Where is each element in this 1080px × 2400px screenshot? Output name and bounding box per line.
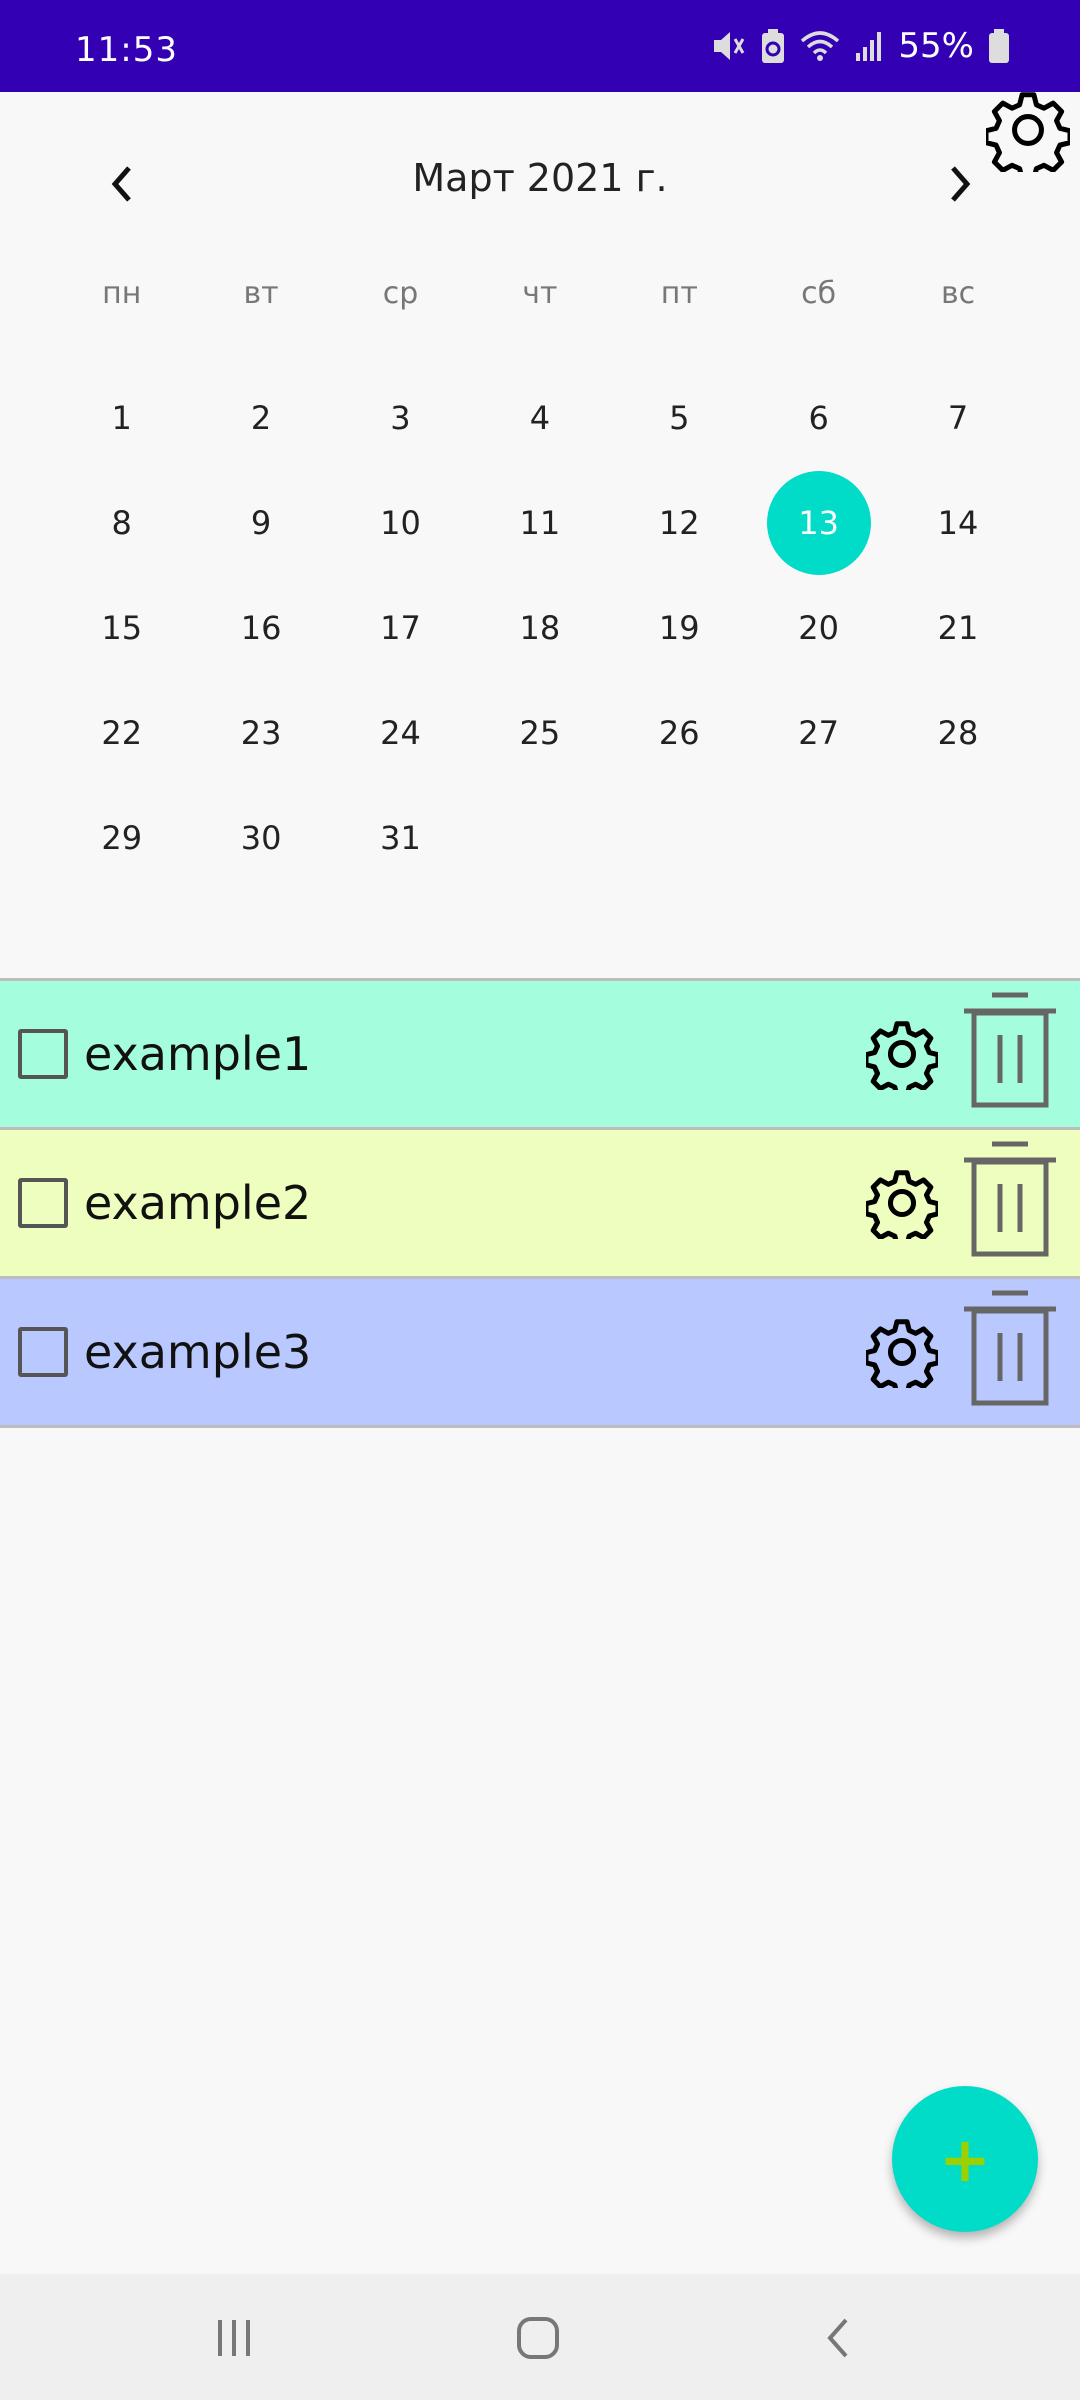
task-checkbox[interactable] — [18, 1327, 68, 1377]
calendar-day[interactable]: 14 — [888, 470, 1027, 575]
task-list: example1 example2 example3 — [0, 978, 1080, 1428]
task-label: example1 — [84, 1027, 312, 1081]
calendar-day[interactable]: 31 — [331, 785, 470, 890]
mute-vibrate-icon — [714, 32, 745, 60]
task-settings-gear-icon[interactable] — [866, 1316, 938, 1388]
plus-icon: + — [939, 2122, 991, 2196]
task-checkbox[interactable] — [18, 1029, 68, 1079]
calendar-day[interactable]: 27 — [749, 680, 888, 785]
back-icon — [827, 2318, 848, 2358]
weekday-label: сб — [801, 276, 837, 311]
calendar-day-selected[interactable]: 13 — [749, 470, 888, 575]
calendar-day[interactable]: 8 — [52, 470, 191, 575]
next-month-button[interactable] — [930, 154, 990, 214]
calendar-day[interactable]: 25 — [470, 680, 609, 785]
task-row[interactable]: example1 — [0, 978, 1080, 1127]
weekday-row: пн вт ср чт пт сб вс — [52, 276, 1028, 311]
calendar-day[interactable]: 21 — [888, 575, 1027, 680]
system-nav-bar — [0, 2274, 1080, 2400]
calendar-day-grid: 1 2 3 4 5 6 7 8 9 10 11 12 13 14 15 16 1… — [52, 365, 1028, 890]
calendar-day[interactable]: 22 — [52, 680, 191, 785]
weekday-label: вт — [243, 276, 279, 311]
status-time: 11:53 — [75, 30, 178, 70]
home-button[interactable] — [514, 2310, 562, 2366]
recent-apps-icon — [218, 2320, 250, 2356]
calendar-day[interactable]: 15 — [52, 575, 191, 680]
calendar-header: Март 2021 г. — [0, 140, 1080, 220]
home-icon — [517, 2317, 559, 2359]
task-label: example2 — [84, 1176, 312, 1230]
calendar-day[interactable]: 19 — [610, 575, 749, 680]
trash-icon[interactable] — [962, 1289, 1058, 1407]
battery-icon — [989, 29, 1009, 63]
calendar-day[interactable]: 24 — [331, 680, 470, 785]
wifi-icon — [801, 31, 840, 61]
calendar-day[interactable]: 11 — [470, 470, 609, 575]
calendar-day[interactable]: 18 — [470, 575, 609, 680]
add-task-fab[interactable]: + — [892, 2086, 1038, 2232]
weekday-label: пн — [102, 276, 142, 311]
calendar-day[interactable]: 17 — [331, 575, 470, 680]
recent-apps-button[interactable] — [212, 2310, 256, 2366]
task-checkbox[interactable] — [18, 1178, 68, 1228]
calendar-day[interactable]: 20 — [749, 575, 888, 680]
status-bar: 11:53 55% — [0, 0, 1080, 92]
calendar-day[interactable]: 26 — [610, 680, 749, 785]
task-row[interactable]: example3 — [0, 1276, 1080, 1428]
calendar-day[interactable]: 29 — [52, 785, 191, 890]
weekday-label: вс — [940, 276, 976, 311]
battery-saver-icon — [762, 29, 785, 63]
task-label: example3 — [84, 1325, 312, 1379]
back-button[interactable] — [818, 2310, 858, 2366]
calendar-day[interactable]: 4 — [470, 365, 609, 470]
calendar-day[interactable]: 12 — [610, 470, 749, 575]
calendar-day[interactable]: 9 — [191, 470, 330, 575]
calendar-day[interactable]: 30 — [191, 785, 330, 890]
trash-icon[interactable] — [962, 1140, 1058, 1258]
calendar-day[interactable]: 6 — [749, 365, 888, 470]
task-row[interactable]: example2 — [0, 1127, 1080, 1276]
calendar-day[interactable]: 10 — [331, 470, 470, 575]
chevron-right-icon — [951, 166, 971, 202]
calendar-day[interactable]: 2 — [191, 365, 330, 470]
calendar-day[interactable]: 28 — [888, 680, 1027, 785]
weekday-label: ср — [382, 276, 419, 311]
task-settings-gear-icon[interactable] — [866, 1167, 938, 1239]
weekday-label: чт — [522, 276, 558, 311]
battery-percentage: 55% — [898, 26, 974, 66]
calendar-day[interactable]: 1 — [52, 365, 191, 470]
trash-icon[interactable] — [962, 991, 1058, 1109]
calendar-day[interactable]: 23 — [191, 680, 330, 785]
calendar-day[interactable]: 16 — [191, 575, 330, 680]
task-settings-gear-icon[interactable] — [866, 1018, 938, 1090]
signal-icon — [856, 32, 882, 61]
calendar-month-title: Март 2021 г. — [412, 156, 668, 200]
status-icons: 55% — [710, 26, 1010, 66]
calendar-day[interactable]: 7 — [888, 365, 1027, 470]
calendar-day[interactable]: 3 — [331, 365, 470, 470]
calendar-day[interactable]: 5 — [610, 365, 749, 470]
weekday-label: пт — [660, 276, 698, 311]
